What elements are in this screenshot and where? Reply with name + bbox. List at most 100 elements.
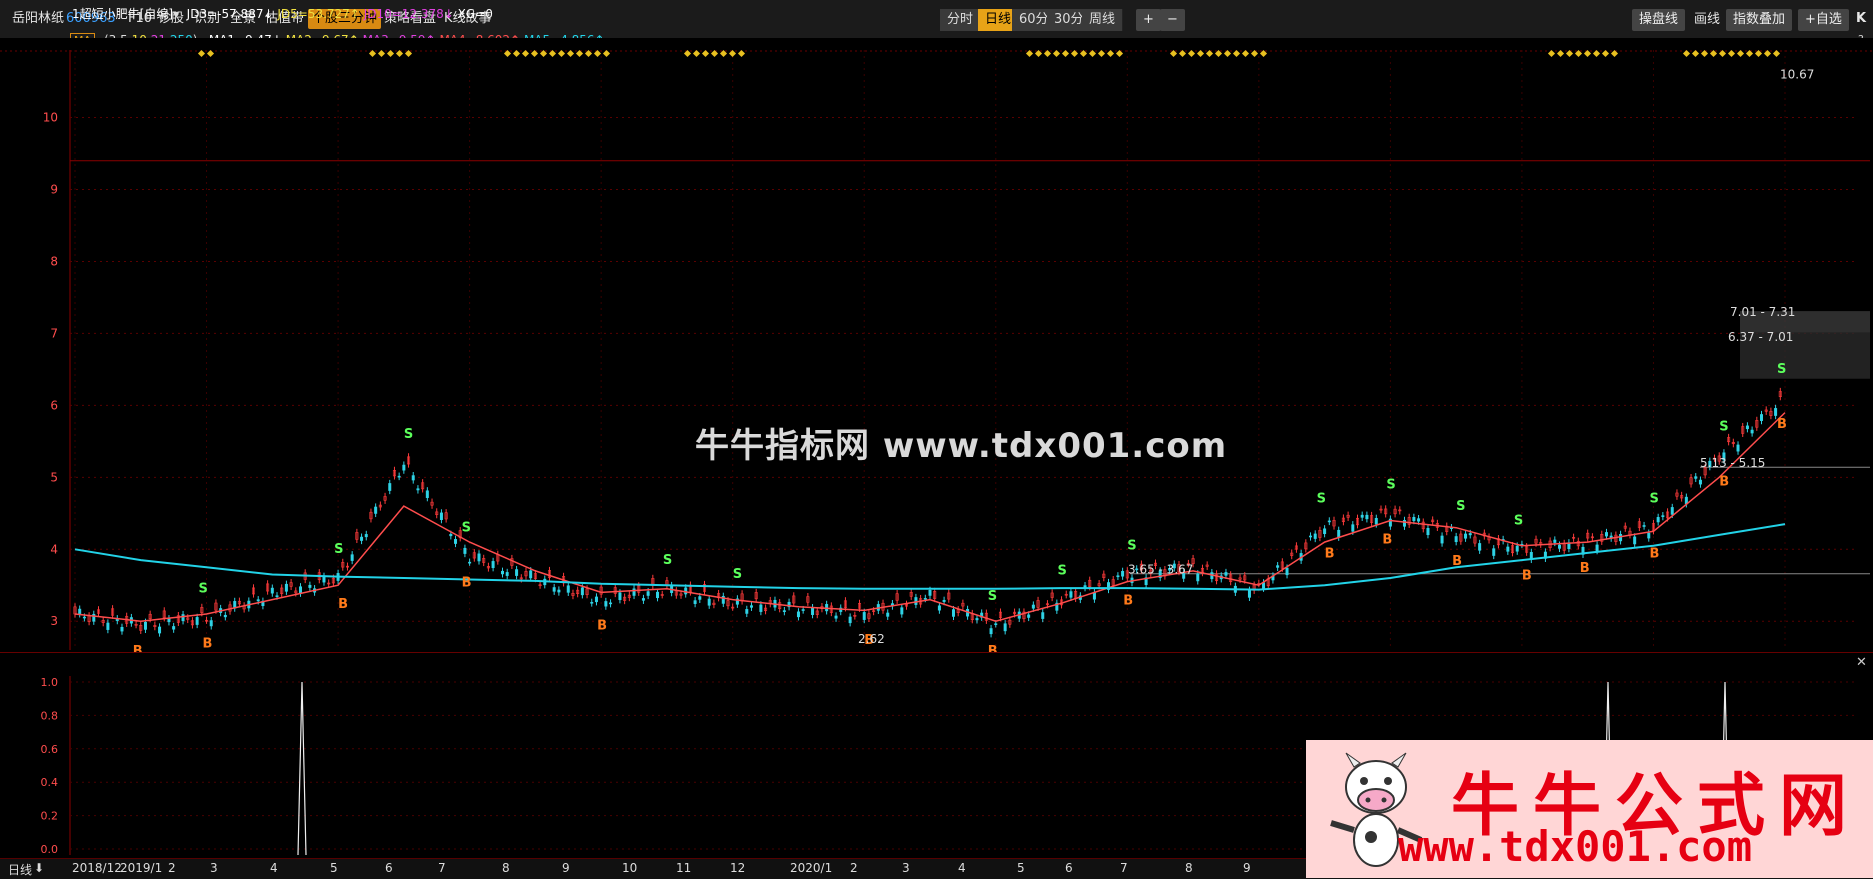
- candle: [618, 592, 622, 601]
- candle: [308, 584, 312, 588]
- candle: [1313, 533, 1317, 539]
- candle: [1468, 533, 1472, 536]
- candle: [994, 623, 998, 626]
- candle: [1736, 444, 1740, 452]
- date-tick-label: 4: [958, 861, 966, 875]
- candle: [1774, 408, 1778, 416]
- zone-label: 6.37 - 7.01: [1728, 330, 1793, 344]
- candle: [172, 626, 176, 630]
- date-tick-label: 5: [1017, 861, 1025, 875]
- date-tick-label: 8: [1185, 861, 1193, 875]
- date-tick-label: 3: [902, 861, 910, 875]
- candle: [604, 601, 608, 607]
- sub-tick-label: 0.0: [41, 843, 59, 856]
- candle: [1224, 572, 1228, 576]
- candle: [1027, 614, 1031, 618]
- buy-marker: B: [1382, 532, 1392, 547]
- date-tick-label: 7: [1120, 861, 1128, 875]
- candle: [298, 586, 302, 594]
- candle: [1604, 532, 1608, 537]
- date-tick-label: 2020/1: [790, 861, 833, 875]
- chart-background: [0, 38, 1873, 652]
- candle: [1595, 544, 1599, 551]
- candle: [937, 605, 941, 611]
- candle: [1309, 535, 1313, 538]
- candle: [646, 591, 650, 596]
- arrow-down-icon[interactable]: ⬇: [34, 861, 44, 875]
- buy-marker: B: [1719, 475, 1729, 490]
- candle: [951, 609, 955, 617]
- high-price-label: 10.67: [1780, 67, 1814, 81]
- candle: [759, 604, 763, 612]
- candle: [1558, 544, 1562, 549]
- sell-marker: S: [1777, 362, 1786, 377]
- candle: [515, 569, 519, 576]
- candle: [566, 585, 570, 593]
- candle: [1262, 582, 1266, 589]
- sell-marker: S: [1649, 492, 1658, 507]
- candle: [834, 615, 838, 619]
- zone-label: 5.13 - 5.15: [1700, 456, 1765, 470]
- close-icon[interactable]: ✕: [1856, 655, 1867, 670]
- candle: [641, 598, 645, 601]
- sub-tick-label: 0.8: [41, 709, 59, 722]
- sell-marker: S: [663, 553, 672, 568]
- candle: [1454, 536, 1458, 543]
- date-tick-label: 3: [210, 861, 218, 875]
- date-tick-label: 4: [270, 861, 278, 875]
- period-toggle[interactable]: 日线: [8, 861, 32, 878]
- candle: [1515, 545, 1519, 552]
- price-tick-label: 7: [50, 326, 58, 340]
- sub-tick-label: 0.6: [41, 743, 59, 756]
- date-tick-label: 6: [385, 861, 393, 875]
- candle: [209, 620, 213, 627]
- sell-marker: S: [1317, 492, 1326, 507]
- candle: [78, 608, 82, 615]
- date-tick-label: 2: [850, 861, 858, 875]
- candle: [745, 609, 749, 614]
- buy-marker: B: [597, 619, 607, 634]
- date-tick-label: 9: [562, 861, 570, 875]
- sell-marker: S: [199, 582, 208, 597]
- sell-marker: S: [988, 589, 997, 604]
- date-tick-label: 10: [622, 861, 638, 875]
- candle: [1351, 524, 1355, 532]
- chevron-down-icon[interactable]: ▾: [173, 7, 179, 21]
- candle: [1750, 429, 1754, 434]
- candle: [1492, 548, 1496, 556]
- jd10-value: JD10=12.378↓: [363, 7, 454, 21]
- candle: [1412, 517, 1416, 521]
- ad-banner: 牛牛公式网 www.tdx001.com: [1306, 740, 1873, 878]
- sell-marker: S: [1058, 564, 1067, 579]
- sell-marker: S: [1127, 538, 1136, 553]
- price-tick-label: 4: [50, 542, 58, 556]
- candle: [1327, 520, 1331, 523]
- candle: [1440, 535, 1444, 544]
- candle: [1506, 546, 1510, 552]
- candle: [1092, 592, 1096, 600]
- candle: [425, 490, 429, 498]
- date-tick-label: 2018/12: [72, 861, 122, 875]
- candle: [1247, 589, 1251, 598]
- candle: [500, 570, 504, 575]
- candle: [397, 475, 401, 478]
- candle: [1619, 534, 1623, 542]
- candle: [167, 618, 171, 623]
- buy-marker: B: [1580, 561, 1590, 576]
- ad-url: www.tdx001.com: [1398, 822, 1753, 871]
- candle: [975, 618, 979, 621]
- candle: [782, 610, 786, 613]
- candle: [900, 607, 904, 615]
- sub-tick-label: 0.4: [41, 776, 59, 789]
- indicator-name-dropdown[interactable]: 1超短小肥牛[自编]: [72, 7, 173, 21]
- candle: [1745, 425, 1749, 430]
- candle: [594, 596, 598, 603]
- candle: [275, 595, 279, 598]
- candle: [1196, 573, 1200, 582]
- buy-marker: B: [1522, 568, 1532, 583]
- candle: [143, 621, 147, 630]
- candle: [350, 554, 354, 561]
- candle: [284, 583, 288, 592]
- candle: [928, 589, 932, 596]
- chart-grid: [0, 38, 1873, 652]
